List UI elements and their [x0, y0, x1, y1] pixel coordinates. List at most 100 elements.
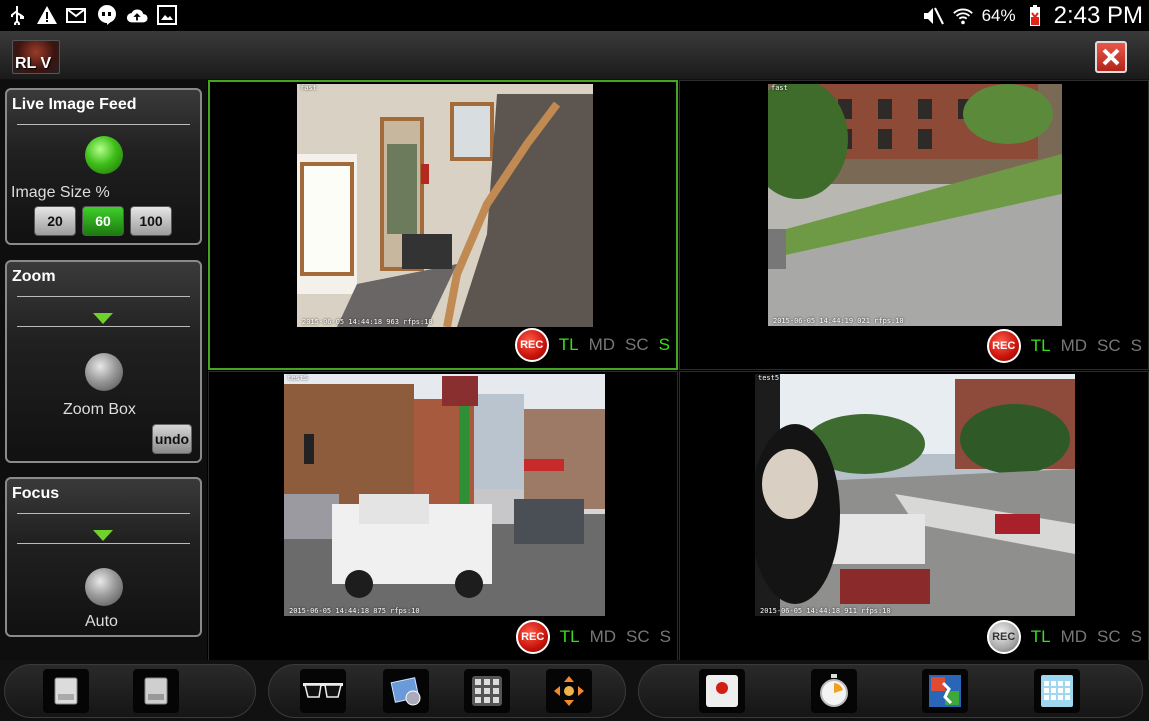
camera-name-label: test5 [758, 374, 780, 382]
status-bar: 64% 2:43 PM [0, 0, 1149, 31]
camera-controls: REC TL MD SC S [515, 620, 671, 654]
photo-settings-button[interactable] [383, 669, 429, 713]
record-all-button[interactable] [699, 669, 745, 713]
camera-tile-2[interactable]: fast 2015-06-05 14:44:19 021 rfps:10 REC… [679, 80, 1149, 370]
focus-slider-track[interactable] [17, 543, 190, 544]
sound-toggle[interactable]: S [1131, 627, 1142, 647]
drive-alt-button[interactable] [133, 669, 179, 713]
control-panel: Live Image Feed Image Size % 20 60 100 Z… [0, 80, 207, 660]
camera-tile-3[interactable]: test5 2015-06-05 14:44:18 875 rfps:10 RE… [208, 371, 678, 661]
camera-feed-image [297, 84, 593, 327]
camera-controls: REC TL MD SC S [986, 620, 1142, 654]
camera-timestamp: 2015-06-05 14:44:18 963 rfps:10 [302, 318, 433, 326]
camera-feed-image [284, 374, 605, 616]
live-feed-toggle[interactable] [85, 136, 123, 174]
zoom-panel: Zoom Zoom Box undo [5, 260, 202, 463]
zoom-box-label: Zoom Box [63, 401, 136, 418]
drive-button[interactable] [43, 669, 89, 713]
camera-name-label: fast [771, 84, 788, 92]
schedule-toggle[interactable]: SC [625, 335, 649, 355]
toolbar-group-storage [4, 664, 256, 718]
timelapse-toggle[interactable]: TL [1031, 336, 1051, 356]
camera-name-label: test5 [287, 374, 309, 382]
app-logo: RL V [12, 40, 60, 74]
grid-layout-button[interactable] [464, 669, 510, 713]
focus-panel: Focus Auto [5, 477, 202, 637]
sound-toggle[interactable]: S [659, 335, 670, 355]
schedule-toggle[interactable]: SC [626, 627, 650, 647]
size-20-button[interactable]: 20 [34, 206, 76, 236]
glasses-icon [303, 683, 343, 698]
sound-toggle[interactable]: S [1131, 336, 1142, 356]
undo-button[interactable]: undo [152, 424, 192, 454]
record-button[interactable]: REC [986, 620, 1021, 654]
camera-name-label: fast [300, 84, 317, 92]
app-header: RL V [0, 31, 1149, 80]
schedule-toggle[interactable]: SC [1097, 336, 1121, 356]
camera-feed-image [755, 374, 1075, 616]
size-100-button[interactable]: 100 [130, 206, 172, 236]
divider [17, 124, 190, 125]
timelapse-toggle[interactable]: TL [560, 627, 580, 647]
motion-detect-toggle[interactable]: MD [589, 335, 615, 355]
live-feed-title: Live Image Feed [12, 96, 137, 113]
record-button[interactable]: REC [986, 329, 1021, 363]
divider [17, 296, 190, 297]
zoom-title: Zoom [12, 268, 56, 285]
move-button[interactable] [546, 669, 592, 713]
schedule-toggle[interactable]: SC [1097, 627, 1121, 647]
camera-timestamp: 2015-06-05 14:44:18 875 rfps:10 [289, 607, 420, 615]
sound-toggle[interactable]: S [660, 627, 671, 647]
zoom-box-toggle[interactable] [85, 353, 123, 391]
calendar-button[interactable] [1034, 669, 1080, 713]
wifi-icon [952, 5, 974, 27]
record-icon [706, 675, 738, 707]
divider [17, 513, 190, 514]
camera-feed-image [768, 84, 1062, 326]
calendar-icon [1041, 675, 1073, 707]
camera-tile-1[interactable]: fast 2015-06-05 14:44:18 963 rfps:10 REC… [208, 80, 678, 370]
motion-detect-toggle[interactable]: MD [590, 627, 616, 647]
record-button[interactable]: REC [515, 620, 550, 654]
bottom-toolbar [0, 660, 1149, 721]
focus-title: Focus [12, 485, 60, 502]
camera-grid: fast 2015-06-05 14:44:18 963 rfps:10 REC… [208, 80, 1149, 661]
auto-focus-toggle[interactable] [85, 568, 123, 606]
glasses-button[interactable] [300, 669, 346, 713]
size-60-button[interactable]: 60 [82, 206, 124, 236]
timelapse-toggle[interactable]: TL [1031, 627, 1051, 647]
close-icon [1102, 48, 1120, 66]
battery-percent: 64% [981, 5, 1016, 25]
warning-icon [36, 4, 58, 26]
mute-icon [922, 5, 944, 27]
focus-slider-handle[interactable] [93, 530, 113, 541]
cloud-upload-icon [126, 4, 148, 26]
camera-tile-4[interactable]: test5 2015-06-05 14:44:18 911 rfps:10 RE… [679, 371, 1149, 661]
zoom-slider-track[interactable] [17, 326, 190, 327]
live-feed-panel: Live Image Feed Image Size % 20 60 100 [5, 88, 202, 245]
drive-icon [54, 677, 78, 705]
camera-controls: REC TL MD SC S [514, 328, 670, 362]
motion-detect-toggle[interactable]: MD [1061, 627, 1087, 647]
mail-icon [66, 4, 88, 26]
grid-icon [472, 676, 502, 706]
drive-alt-icon [144, 677, 168, 705]
close-button[interactable] [1095, 41, 1127, 73]
zoom-slider-handle[interactable] [93, 313, 113, 324]
photo-settings-icon [390, 677, 421, 706]
record-button[interactable]: REC [514, 328, 549, 362]
battery-icon [1024, 4, 1046, 27]
motion-detect-icon [929, 675, 961, 707]
move-arrows-icon [554, 676, 584, 706]
motion-detect-toggle[interactable]: MD [1061, 336, 1087, 356]
camera-controls: REC TL MD SC S [986, 329, 1142, 363]
motion-detect-button[interactable] [922, 669, 968, 713]
timelapse-toggle[interactable]: TL [559, 335, 579, 355]
clock: 2:43 PM [1053, 1, 1143, 29]
camera-timestamp: 2015-06-05 14:44:19 021 rfps:10 [773, 317, 904, 325]
image-size-label: Image Size % [11, 184, 110, 201]
timer-icon [820, 674, 848, 707]
usb-icon [6, 4, 28, 26]
app-logo-text: RL V [15, 55, 52, 72]
timer-button[interactable] [811, 669, 857, 713]
